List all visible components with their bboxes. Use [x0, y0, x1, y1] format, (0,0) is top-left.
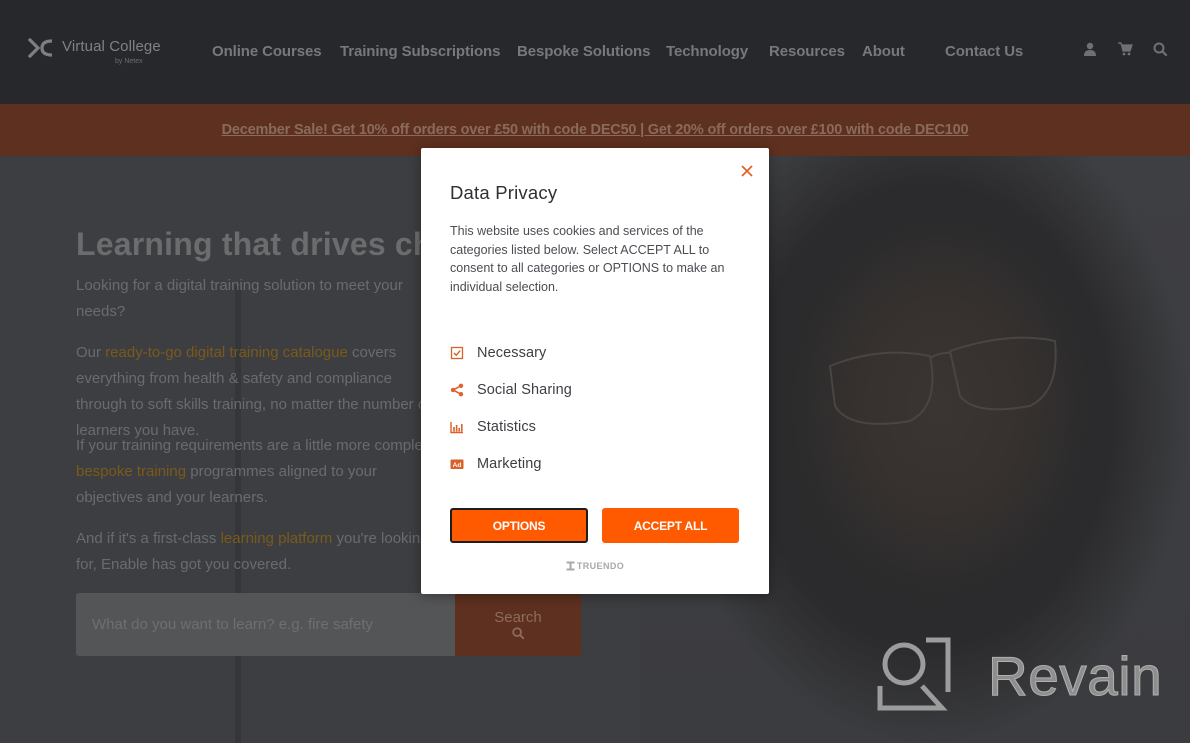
bar-chart-icon: [450, 421, 463, 433]
nav-contact-us[interactable]: Contact Us: [945, 43, 1023, 60]
user-icon[interactable]: [1082, 41, 1098, 57]
nav-bespoke-solutions[interactable]: Bespoke Solutions: [517, 43, 650, 60]
promo-link[interactable]: December Sale! Get 10% off orders over £…: [222, 122, 969, 138]
checkbox-icon: [450, 346, 464, 359]
hero-paragraph-text: And if it's a first-class: [76, 530, 221, 547]
search-button-label: Search: [494, 609, 542, 626]
dialog-description: This website uses cookies and services o…: [450, 224, 725, 294]
learning-platform-link[interactable]: learning platform: [221, 530, 333, 547]
category-social-sharing: Social Sharing: [450, 371, 740, 408]
hero-paragraph-2: Our ready-to-go digital training catalog…: [76, 340, 436, 444]
course-search-button[interactable]: Search: [455, 593, 581, 656]
category-label: Social Sharing: [477, 381, 572, 398]
svg-text:Ad: Ad: [453, 462, 462, 469]
powered-by-label: TRUENDO: [576, 561, 625, 571]
category-necessary: Necessary: [450, 334, 740, 371]
category-label: Statistics: [477, 418, 537, 435]
share-icon: [450, 383, 464, 396]
hero-photo-glasses: [828, 336, 1057, 425]
revain-text: Revain: [987, 645, 1163, 708]
category-label: Marketing: [477, 455, 542, 472]
nav-about[interactable]: About: [862, 43, 905, 60]
close-icon[interactable]: [740, 164, 754, 178]
hero-paragraph-text: If your training requirements are a litt…: [76, 437, 435, 454]
site-header: Virtual College by Netex Online Courses …: [0, 0, 1190, 104]
hero-paragraph-4: And if it's a first-class learning platf…: [76, 526, 436, 578]
accept-all-button[interactable]: ACCEPT ALL: [602, 508, 739, 543]
nav-resources[interactable]: Resources: [769, 43, 845, 60]
cookie-category-list: Necessary Social Sharing Statistics Ad M…: [450, 334, 740, 482]
logo-sub: by Netex: [115, 58, 143, 65]
search-icon[interactable]: [1152, 41, 1168, 57]
hero-paragraph-text: Looking for a digital training solution …: [76, 277, 403, 320]
catalogue-link[interactable]: ready-to-go digital training catalogue: [105, 344, 348, 361]
hero-paragraph-text: Our: [76, 344, 106, 361]
revain-logo-icon: [877, 637, 951, 711]
dialog-title: Data Privacy: [450, 182, 558, 203]
category-label: Necessary: [477, 344, 547, 361]
category-marketing: Ad Marketing: [450, 445, 740, 482]
hero-paragraph-1: Looking for a digital training solution …: [76, 273, 436, 325]
truendo-logo-icon: [566, 561, 575, 571]
options-button[interactable]: OPTIONS: [450, 508, 588, 543]
ad-icon: Ad: [450, 459, 464, 469]
nav-technology[interactable]: Technology: [666, 43, 748, 60]
revain-watermark: Revain: [876, 636, 1166, 714]
category-statistics: Statistics: [450, 408, 740, 445]
search-icon: [512, 627, 525, 640]
hero-paragraph-3: If your training requirements are a litt…: [76, 433, 436, 511]
logo[interactable]: Virtual College by Netex: [28, 36, 178, 70]
course-search: Search: [76, 593, 581, 656]
bespoke-training-link[interactable]: bespoke training: [76, 463, 186, 480]
nav-training-subscriptions[interactable]: Training Subscriptions: [340, 43, 500, 60]
course-search-input[interactable]: [76, 593, 455, 656]
logo-mark-icon: [28, 38, 53, 58]
cart-icon[interactable]: [1117, 41, 1133, 57]
privacy-dialog: Data Privacy This website uses cookies a…: [421, 148, 769, 594]
powered-by[interactable]: TRUENDO: [421, 561, 769, 571]
logo-name: Virtual College: [62, 38, 161, 55]
nav-online-courses[interactable]: Online Courses: [212, 43, 322, 60]
